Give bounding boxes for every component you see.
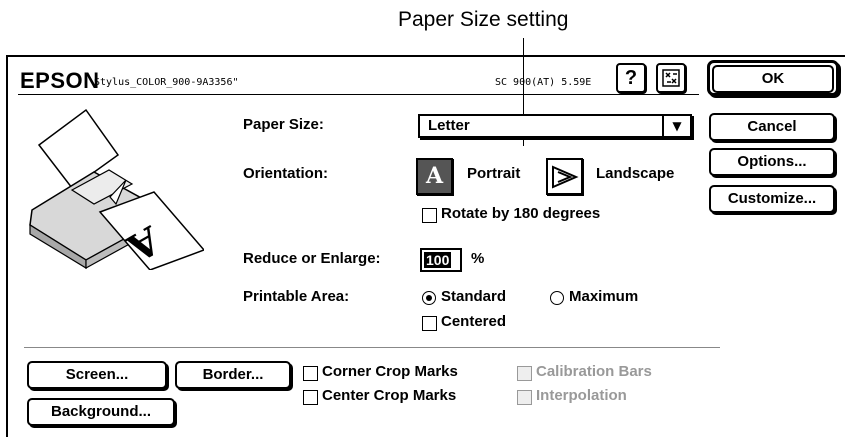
landscape-label[interactable]: Landscape	[596, 165, 674, 182]
centered-label[interactable]: Centered	[441, 313, 506, 330]
paper-size-label: Paper Size:	[243, 116, 324, 133]
header-divider	[18, 94, 699, 95]
printer-utility-icon	[662, 69, 680, 87]
portrait-label[interactable]: Portrait	[467, 165, 520, 182]
calibration-bars-checkbox	[517, 366, 532, 381]
scale-value: 100	[424, 252, 452, 268]
cancel-button[interactable]: Cancel	[709, 113, 835, 141]
orientation-label: Orientation:	[243, 165, 328, 182]
driver-version: SC 900(AT) 5.59E	[495, 77, 592, 88]
customize-button[interactable]: Customize...	[709, 185, 835, 213]
rotate-180-label[interactable]: Rotate by 180 degrees	[441, 205, 600, 222]
reduce-enlarge-label: Reduce or Enlarge:	[243, 250, 381, 267]
corner-crop-marks-checkbox[interactable]	[303, 366, 318, 381]
screen-button[interactable]: Screen...	[27, 361, 167, 389]
background-button[interactable]: Background...	[27, 398, 175, 426]
interpolation-checkbox	[517, 390, 532, 405]
center-crop-marks-label[interactable]: Center Crop Marks	[322, 387, 456, 404]
rotate-180-checkbox[interactable]	[422, 208, 437, 223]
standard-radio[interactable]	[422, 291, 436, 305]
landscape-icon[interactable]	[546, 158, 583, 195]
maximum-label[interactable]: Maximum	[569, 288, 638, 305]
utility-button[interactable]	[656, 63, 686, 93]
printable-area-label: Printable Area:	[243, 288, 350, 305]
paper-size-value: Letter	[428, 117, 470, 134]
help-button[interactable]: ?	[616, 63, 646, 93]
dropdown-arrow-icon: ▼	[662, 116, 690, 136]
epson-logo: EPSON	[20, 68, 100, 93]
corner-crop-marks-label[interactable]: Corner Crop Marks	[322, 363, 458, 380]
scale-input[interactable]: 100	[420, 248, 462, 272]
ok-button-label: OK	[712, 65, 834, 93]
center-crop-marks-checkbox[interactable]	[303, 390, 318, 405]
paper-size-select[interactable]: Letter ▼	[418, 114, 692, 138]
scale-unit: %	[471, 250, 485, 267]
printer-illustration: A	[29, 108, 204, 270]
ok-button[interactable]: OK	[707, 60, 839, 96]
centered-checkbox[interactable]	[422, 316, 437, 331]
maximum-radio[interactable]	[550, 291, 564, 305]
section-divider	[24, 347, 720, 348]
printer-model-name: Stylus_COLOR_900-9A3356"	[94, 77, 239, 88]
question-mark-icon: ?	[624, 67, 638, 89]
portrait-icon[interactable]: A	[416, 158, 453, 195]
interpolation-label: Interpolation	[536, 387, 627, 404]
standard-label[interactable]: Standard	[441, 288, 506, 305]
border-button[interactable]: Border...	[175, 361, 291, 389]
options-button[interactable]: Options...	[709, 148, 835, 176]
calibration-bars-label: Calibration Bars	[536, 363, 652, 380]
callout-label: Paper Size setting	[398, 8, 569, 31]
